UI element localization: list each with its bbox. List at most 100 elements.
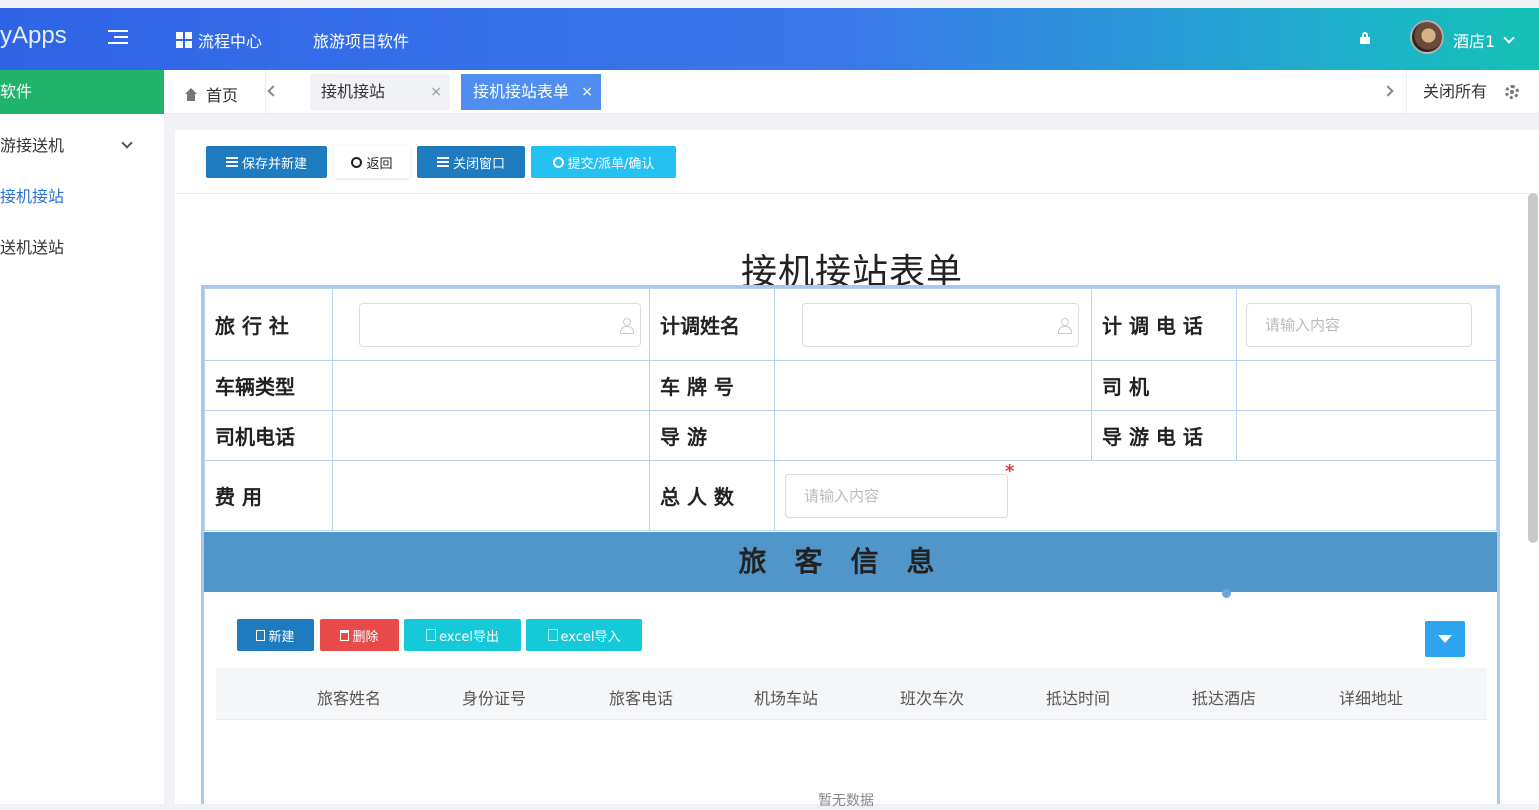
delete-passenger-button[interactable]: 删除 bbox=[320, 619, 399, 651]
back-icon bbox=[351, 156, 363, 168]
label-vehicle-type: 车辆类型 bbox=[204, 360, 333, 411]
chevron-down-icon bbox=[121, 137, 133, 149]
new-label: 新建 bbox=[268, 629, 295, 645]
filter-icon bbox=[1438, 635, 1452, 643]
driver-phone-value[interactable] bbox=[332, 410, 650, 461]
form-table: 旅 行 社 计调姓名 计 调 电 话 请输入内容 车辆类型 车 牌 号 司 机 … bbox=[204, 288, 1497, 531]
chevron-down-icon bbox=[1503, 32, 1515, 44]
total-cell: 请输入内容 * bbox=[774, 460, 1497, 531]
sidebar-item-dropoff[interactable]: 送机送站 bbox=[0, 222, 164, 273]
resize-handle[interactable] bbox=[1222, 589, 1231, 598]
sidebar-item-pickup[interactable]: 接机接站 bbox=[0, 171, 164, 222]
chevron-right-icon bbox=[1382, 85, 1394, 97]
column-header[interactable]: 抵达酒店 bbox=[1192, 685, 1256, 709]
column-header[interactable]: 机场车站 bbox=[754, 685, 818, 709]
user-icon bbox=[1058, 317, 1072, 334]
chevron-left-icon bbox=[267, 85, 279, 97]
trash-icon bbox=[340, 629, 350, 641]
column-header[interactable]: 旅客姓名 bbox=[317, 685, 381, 709]
plate-value[interactable] bbox=[774, 360, 1092, 411]
guide-value[interactable] bbox=[774, 410, 1092, 461]
delete-label: 删除 bbox=[352, 629, 379, 645]
scrollbar[interactable] bbox=[1528, 193, 1538, 543]
passenger-section-header: 旅客信息 bbox=[204, 532, 1497, 592]
excel-import-button[interactable]: excel导入 bbox=[526, 619, 642, 651]
user-menu[interactable]: 酒店1 bbox=[1453, 28, 1515, 52]
excel-export-button[interactable]: excel导出 bbox=[404, 619, 521, 651]
menu-toggle-icon[interactable] bbox=[108, 30, 128, 48]
label-agency: 旅 行 社 bbox=[204, 288, 333, 361]
tabs-bar: 首页 接机接站 × 接机接站表单 × 关闭所有 bbox=[164, 70, 1539, 114]
form-toolbar: 保存并新建 返回 关闭窗口 提交/派单/确认 bbox=[175, 130, 1539, 194]
tabs-scroll-left[interactable] bbox=[265, 70, 295, 114]
list-icon bbox=[225, 157, 238, 167]
column-header[interactable]: 抵达时间 bbox=[1046, 685, 1110, 709]
gear-icon[interactable] bbox=[1505, 85, 1519, 99]
passenger-table-header: 旅客姓名 身份证号 旅客电话 机场车站 班次车次 抵达时间 抵达酒店 详细地址 bbox=[216, 668, 1487, 720]
tab-pickup-label: 接机接站 bbox=[321, 82, 386, 101]
guide-phone-value[interactable] bbox=[1236, 410, 1497, 461]
tab-pickup-form[interactable]: 接机接站表单 × bbox=[461, 74, 601, 110]
tab-pickup-form-label: 接机接站表单 bbox=[473, 82, 570, 101]
close-window-button[interactable]: 关闭窗口 bbox=[417, 146, 525, 178]
tab-home[interactable]: 首页 bbox=[184, 82, 238, 106]
excel-icon bbox=[547, 629, 558, 641]
export-label: excel导出 bbox=[439, 629, 499, 645]
excel-icon bbox=[426, 629, 436, 641]
column-header[interactable]: 班次车次 bbox=[900, 685, 964, 709]
empty-state: 暂无数据 bbox=[818, 793, 874, 809]
label-fee: 费 用 bbox=[204, 460, 333, 531]
planner-name-input[interactable] bbox=[802, 302, 1079, 347]
import-label: excel导入 bbox=[560, 629, 621, 645]
close-all-label: 关闭所有 bbox=[1423, 82, 1488, 101]
new-passenger-button[interactable]: 新建 bbox=[237, 619, 314, 651]
grid-icon bbox=[176, 32, 192, 48]
placeholder: 请输入内容 bbox=[1265, 316, 1341, 334]
avatar[interactable] bbox=[1410, 20, 1444, 54]
nav-process-center-label: 流程中心 bbox=[198, 32, 263, 51]
lock-icon[interactable] bbox=[1360, 32, 1370, 44]
user-icon bbox=[620, 317, 634, 334]
label-total: 总 人 数 bbox=[649, 460, 775, 531]
total-input[interactable]: 请输入内容 bbox=[785, 473, 1008, 518]
back-label: 返回 bbox=[366, 156, 393, 172]
back-button[interactable]: 返回 bbox=[334, 146, 410, 178]
label-driver: 司 机 bbox=[1091, 360, 1237, 411]
nav-travel-software[interactable]: 旅游项目软件 bbox=[313, 28, 409, 52]
planner-name-cell bbox=[774, 288, 1092, 361]
submit-button[interactable]: 提交/派单/确认 bbox=[531, 146, 676, 178]
label-driver-text: 司 机 bbox=[1102, 375, 1149, 399]
label-guide-phone: 导 游 电 话 bbox=[1091, 410, 1237, 461]
agency-input[interactable] bbox=[359, 302, 641, 347]
filter-button[interactable] bbox=[1425, 621, 1465, 657]
tab-pickup[interactable]: 接机接站 × bbox=[310, 74, 450, 110]
label-driver-phone: 司机电话 bbox=[204, 410, 333, 461]
close-all-tabs[interactable]: 关闭所有 bbox=[1406, 70, 1539, 114]
required-mark: * bbox=[1005, 461, 1015, 482]
tabs-scroll-right[interactable] bbox=[1380, 70, 1406, 114]
placeholder: 请输入内容 bbox=[804, 487, 880, 505]
column-header[interactable]: 详细地址 bbox=[1339, 685, 1403, 709]
label-planner-name: 计调姓名 bbox=[649, 288, 775, 361]
planner-phone-input[interactable]: 请输入内容 bbox=[1246, 302, 1472, 347]
sidebar-header[interactable]: 软件 bbox=[0, 70, 164, 114]
home-icon bbox=[184, 87, 198, 101]
fee-value[interactable] bbox=[332, 460, 650, 531]
pickup-form: 旅 行 社 计调姓名 计 调 电 话 请输入内容 车辆类型 车 牌 号 司 机 … bbox=[201, 285, 1500, 809]
user-name: 酒店1 bbox=[1453, 32, 1496, 51]
close-icon[interactable]: × bbox=[581, 74, 593, 110]
column-header[interactable]: 身份证号 bbox=[462, 685, 526, 709]
check-circle-icon bbox=[552, 156, 564, 168]
close-icon[interactable]: × bbox=[430, 74, 442, 110]
save-and-new-button[interactable]: 保存并新建 bbox=[206, 146, 327, 178]
nav-process-center[interactable]: 流程中心 bbox=[176, 28, 262, 52]
app-logo[interactable]: yApps bbox=[0, 22, 67, 50]
top-navbar: yApps 流程中心 旅游项目软件 酒店1 bbox=[0, 8, 1539, 70]
label-guide: 导 游 bbox=[649, 410, 775, 461]
driver-value[interactable] bbox=[1236, 360, 1497, 411]
vehicle-type-value[interactable] bbox=[332, 360, 650, 411]
sidebar-item-pickup-group[interactable]: 游接送机 bbox=[0, 120, 164, 171]
column-header[interactable]: 旅客电话 bbox=[609, 685, 673, 709]
save-and-new-label: 保存并新建 bbox=[241, 156, 307, 172]
planner-phone-cell: 请输入内容 bbox=[1236, 288, 1497, 361]
